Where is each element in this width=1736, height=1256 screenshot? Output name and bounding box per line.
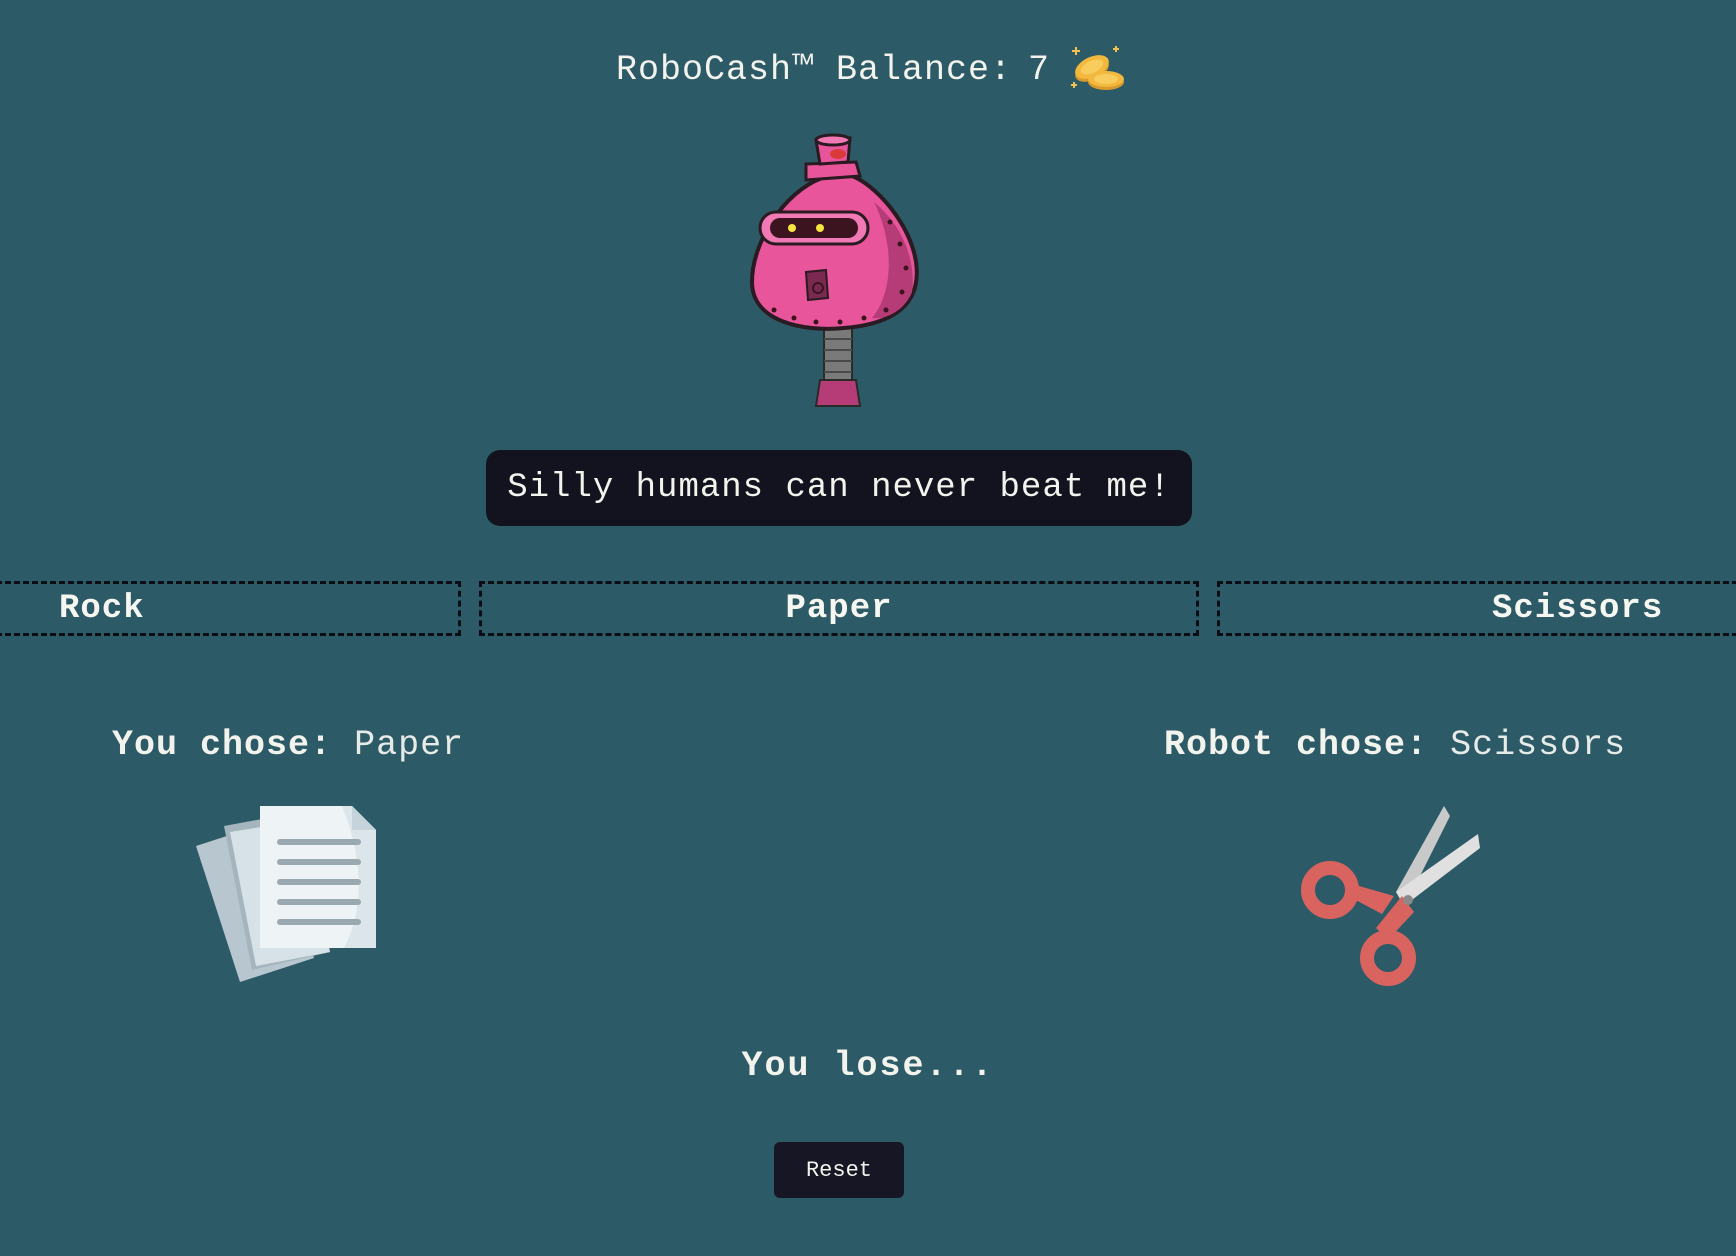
user-choice-value: Paper <box>354 725 465 765</box>
scissors-button-label: Scissors <box>1492 589 1664 628</box>
balance-label: RoboCash™ Balance: <box>615 50 1013 90</box>
user-choice-label: You chose: Paper <box>112 725 464 765</box>
robot-speech-text: Silly humans can never beat me! <box>507 469 1171 507</box>
robot-choice-value: Scissors <box>1450 725 1627 765</box>
pink-robot-icon <box>749 133 919 407</box>
rock-button-label: Rock <box>59 589 145 628</box>
paper-button[interactable]: Paper <box>479 581 1199 636</box>
scissors-icon <box>1301 806 1480 986</box>
rock-button[interactable]: Rock <box>0 581 461 636</box>
robot-choice-label: Robot chose: Scissors <box>1164 725 1626 765</box>
coins-icon <box>1071 46 1125 90</box>
balance-value: 7 <box>1028 50 1051 90</box>
paper-button-label: Paper <box>785 589 893 628</box>
user-choice-prefix: You chose: <box>112 725 333 765</box>
scissors-button[interactable]: Scissors <box>1217 581 1736 636</box>
robot-choice-prefix: Robot chose: <box>1164 725 1429 765</box>
balance-display: RoboCash™ Balance: 7 <box>0 44 1736 96</box>
robot-speech-bubble: Silly humans can never beat me! <box>486 450 1192 526</box>
game-result: You lose... <box>741 1046 995 1086</box>
reset-button[interactable]: Reset <box>774 1142 904 1198</box>
paper-stack-icon <box>196 806 376 982</box>
